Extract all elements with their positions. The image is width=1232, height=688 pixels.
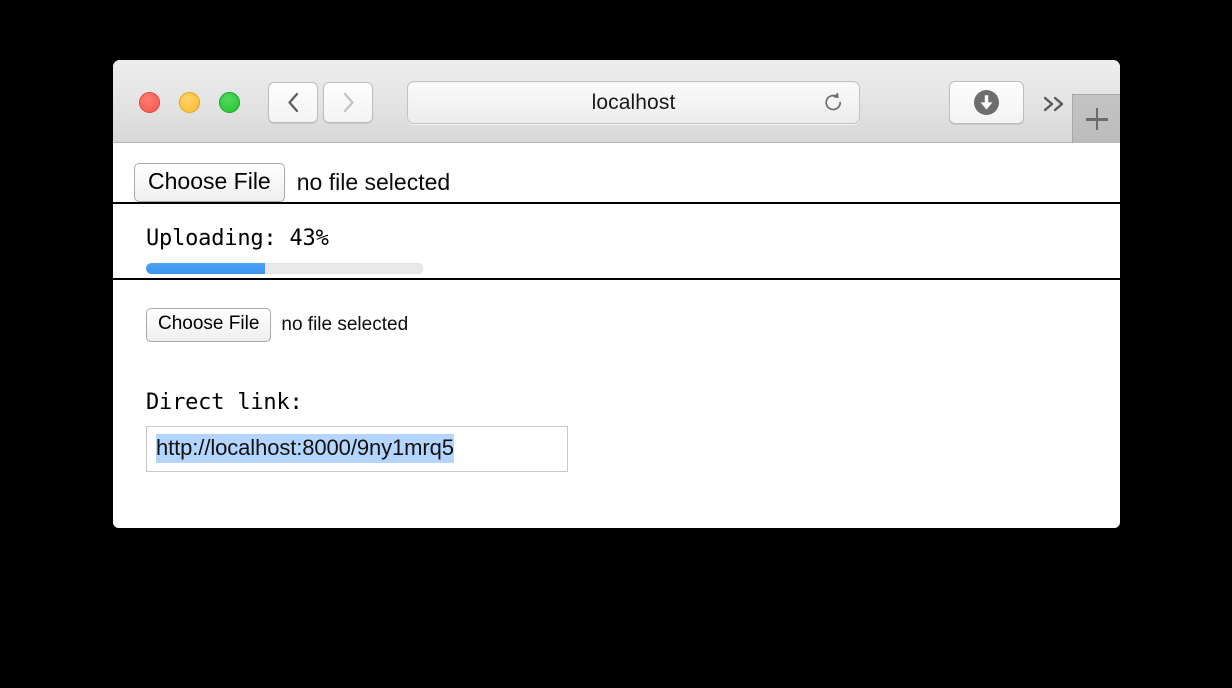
file-status-bottom: no file selected	[281, 313, 409, 335]
minimize-window-button[interactable]	[179, 92, 200, 113]
upload-status-block: Uploading: 43%	[113, 204, 1120, 278]
address-bar-text: localhost	[591, 90, 676, 114]
choose-file-button-top[interactable]: Choose File	[134, 163, 285, 203]
navigation-buttons	[268, 82, 373, 123]
browser-toolbar: localhost	[113, 60, 1120, 143]
window-traffic-lights	[139, 92, 240, 113]
file-input-bottom[interactable]: Choose File no file selected	[146, 308, 1120, 342]
reload-icon	[824, 92, 841, 111]
close-window-button[interactable]	[139, 92, 160, 113]
downloads-button[interactable]	[949, 81, 1024, 124]
chevron-right-icon	[343, 92, 354, 113]
chevron-left-icon	[287, 92, 298, 113]
choose-file-button-bottom[interactable]: Choose File	[146, 308, 272, 342]
address-bar[interactable]: localhost	[407, 81, 860, 124]
download-icon	[974, 90, 999, 115]
upload-status-label: Uploading: 43%	[146, 226, 329, 252]
direct-link-value: http://localhost:8000/9ny1mrq5	[156, 434, 454, 464]
file-status-top: no file selected	[296, 169, 451, 196]
back-button[interactable]	[268, 82, 318, 123]
upload-form-top: Choose File no file selected	[113, 143, 1120, 203]
upload-progress-fill	[146, 263, 266, 275]
file-input-top[interactable]: Choose File no file selected	[134, 163, 1120, 203]
forward-button[interactable]	[323, 82, 373, 123]
page-content: Choose File no file selected Uploading: …	[113, 143, 1120, 528]
direct-link-input[interactable]: http://localhost:8000/9ny1mrq5	[146, 425, 568, 472]
chevron-double-right-icon	[1043, 96, 1064, 112]
new-tab-button[interactable]	[1072, 94, 1120, 143]
direct-link-label: Direct link:	[146, 389, 303, 415]
maximize-window-button[interactable]	[219, 92, 240, 113]
toolbar-overflow-button[interactable]	[1038, 92, 1072, 116]
reload-button[interactable]	[821, 91, 845, 115]
upload-progress-bar	[146, 263, 423, 275]
upload-form-bottom-block: Choose File no file selected Direct link…	[113, 280, 1120, 472]
plus-icon	[1085, 107, 1109, 131]
browser-window: localhost Choose File no file selected U…	[113, 60, 1120, 528]
